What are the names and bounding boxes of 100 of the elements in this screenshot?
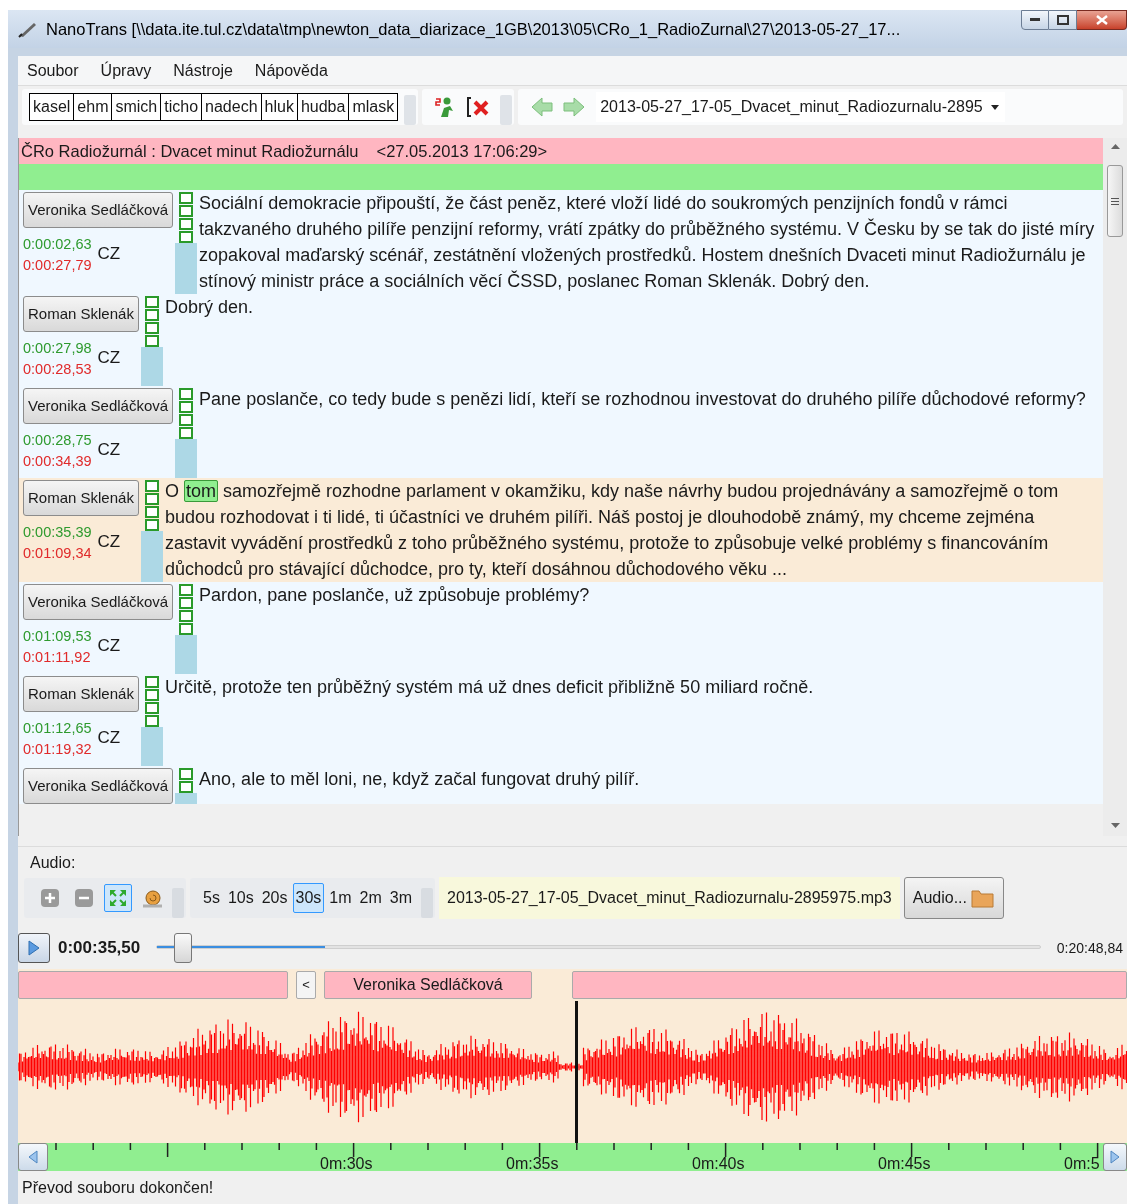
- zoom-step-button[interactable]: 1m: [326, 883, 355, 913]
- segment-text[interactable]: O tom samozřejmě rozhodne parlament v okamžiku, kdy naše návrhy budou projednávány a samozřejmě o tom budou rozhodovat i ti lidé, ti účastníci ve druhém pilíři. Náš postoj je dlouhodobě známý, my chceme zejména zastavit vyvádění prostředků z toho průběžného systému, protože to způsobuje velké problémy s financováním důchodců pro stávající důchodce, pro ty, kteří dosáhnou důchodového věku ...: [162, 478, 1103, 582]
- segment-text[interactable]: Sociální demokracie připouští, že část peněz, které vloží lidé do soukromých penzijních fondů v rámci takzvaného druhého pilíře penzijní reformy, vrátí zpátky do průběžného systému. V Česku by se tak do jisté míry zopakoval maďarský scénář, zestátnění vložených prostředků. Hostem dnešních Dvaceti minut Radiožurnálu je stínový ministr práce a sociálních věcí ČSSD, poslanec Roman Sklenák. Dobrý den.: [197, 190, 1103, 294]
- checkbox[interactable]: [144, 715, 159, 727]
- file-dropdown[interactable]: 2013-05-27_17-05_Dvacet_minut_Radiozurnalu-2895: [596, 92, 1005, 122]
- audio-tool-button[interactable]: [104, 884, 132, 912]
- speaker-button[interactable]: Roman Sklenák: [23, 676, 139, 712]
- checkbox[interactable]: [144, 309, 159, 321]
- tag-button[interactable]: ticho: [160, 93, 203, 121]
- checkbox[interactable]: [144, 335, 159, 347]
- begin-time: 0:00:28,75: [23, 431, 92, 450]
- checkbox[interactable]: [179, 414, 194, 426]
- play-button[interactable]: [18, 933, 50, 963]
- scroll-left-button[interactable]: [18, 1143, 48, 1171]
- segment-text[interactable]: Pardon, pane poslanče, už způsobuje problémy?: [197, 582, 1103, 674]
- end-time: 0:01:09,34: [23, 544, 92, 563]
- segment-strip: [140, 531, 163, 582]
- language-code: CZ: [97, 531, 121, 554]
- tag-button[interactable]: hudba: [296, 93, 350, 121]
- speaker-button[interactable]: Veronika Sedláčková: [23, 388, 174, 424]
- tag-button[interactable]: nadech: [201, 93, 262, 121]
- begin-time: 0:01:12,65: [23, 719, 92, 738]
- checkbox[interactable]: [179, 401, 194, 413]
- scroll-right-button[interactable]: [1103, 1143, 1127, 1171]
- tag-button[interactable]: smich: [111, 93, 162, 121]
- checkbox[interactable]: [179, 388, 194, 400]
- zoom-step-button[interactable]: 5s: [200, 883, 223, 913]
- position-slider[interactable]: [156, 933, 1041, 963]
- current-time: 0:00:35,50: [58, 937, 141, 960]
- close-button[interactable]: [1077, 10, 1127, 30]
- tag-button[interactable]: hluk: [260, 93, 298, 121]
- begin-time: 0:01:09,53: [23, 627, 92, 646]
- audio-file-field[interactable]: 2013-05-27_17-05_Dvacet_minut_Radiozurnalu-2895975.mp3: [439, 877, 900, 919]
- checkbox[interactable]: [179, 584, 194, 596]
- scroll-up-icon[interactable]: [1110, 144, 1120, 149]
- language-code: CZ: [97, 727, 121, 750]
- menu-item[interactable]: Nástroje: [173, 58, 233, 83]
- speaker-button[interactable]: Roman Sklenák: [23, 296, 139, 332]
- tag-button[interactable]: mlask: [348, 93, 399, 121]
- checkbox[interactable]: [144, 689, 159, 701]
- speaker-button[interactable]: Veronika Sedláčková: [23, 768, 174, 804]
- speaker-button[interactable]: Veronika Sedláčková: [23, 584, 174, 620]
- checkbox[interactable]: [179, 781, 194, 793]
- speaker-track-label[interactable]: Veronika Sedláčková: [324, 971, 532, 999]
- delete-bracket-icon[interactable]: [466, 96, 491, 118]
- close-icon: [1095, 15, 1108, 25]
- audio-label: Audio:: [30, 853, 77, 873]
- checkbox[interactable]: [179, 218, 194, 230]
- menu-item[interactable]: Soubor: [27, 58, 79, 83]
- scroll-down-icon[interactable]: [1110, 823, 1120, 828]
- minimize-button[interactable]: [1021, 10, 1049, 30]
- zoom-step-button[interactable]: 2m: [356, 883, 385, 913]
- speaker-button[interactable]: Roman Sklenák: [23, 480, 139, 516]
- zoom-step-button[interactable]: 20s: [258, 883, 291, 913]
- segment-text[interactable]: Určitě, protože ten průběžný systém má už dnes deficit přibližně 50 miliard ročně.: [162, 674, 1103, 766]
- checkbox[interactable]: [144, 480, 159, 492]
- checkbox[interactable]: [144, 493, 159, 505]
- audio-open-button[interactable]: Audio...: [903, 877, 1004, 919]
- checkbox[interactable]: [144, 519, 159, 531]
- checkbox[interactable]: [179, 192, 194, 204]
- previous-arrow-icon[interactable]: [530, 96, 555, 118]
- end-time: 0:00:28,53: [23, 360, 92, 379]
- checkbox[interactable]: [144, 506, 159, 518]
- checkbox[interactable]: [179, 768, 194, 780]
- segment-row[interactable]: Veronika Sedláčková Ano, ale to měl loni, ne, když začal fungovat druhý pilíř.: [19, 766, 1103, 804]
- segment-text[interactable]: Ano, ale to měl loni, ne, když začal fungovat druhý pilíř.: [197, 766, 1103, 804]
- maximize-button[interactable]: [1049, 10, 1077, 30]
- speaker-button[interactable]: Veronika Sedláčková: [23, 192, 174, 228]
- menu-item[interactable]: Úpravy: [100, 58, 152, 83]
- checkbox[interactable]: [179, 231, 194, 243]
- segment-text[interactable]: Pane poslanče, co tedy bude s penězi lidí, kteří se rozhodnou investovat do druhého pilíře důchodové reformy?: [197, 386, 1103, 478]
- tag-button[interactable]: kasel: [29, 93, 75, 121]
- checkbox[interactable]: [144, 322, 159, 334]
- menu-item[interactable]: Nápověda: [254, 58, 328, 83]
- zoom-step-button[interactable]: 3m: [386, 883, 415, 913]
- scroll-thumb[interactable]: [1107, 165, 1123, 237]
- slider-thumb[interactable]: [174, 933, 193, 963]
- checkbox[interactable]: [144, 702, 159, 714]
- time-label: 0m:30s: [320, 1154, 373, 1174]
- next-arrow-icon[interactable]: [562, 96, 587, 118]
- zoom-step-button[interactable]: 30s: [292, 883, 325, 913]
- segment-row[interactable]: [19, 190, 1103, 294]
- segment-strip: [175, 439, 198, 478]
- end-time: 0:00:27,79: [23, 256, 92, 275]
- zoom-step-button[interactable]: 10s: [224, 883, 257, 913]
- end-time: 0:01:19,32: [23, 740, 92, 759]
- total-time: 0:20:48,84: [1056, 938, 1123, 958]
- back-button[interactable]: <: [296, 971, 316, 999]
- checkbox[interactable]: [179, 610, 194, 622]
- checkbox[interactable]: [179, 623, 194, 635]
- scrollbar[interactable]: [1103, 138, 1127, 836]
- checkbox[interactable]: [179, 427, 194, 439]
- checkbox[interactable]: [179, 205, 194, 217]
- checkbox[interactable]: [179, 597, 194, 609]
- tag-button[interactable]: ehm: [73, 93, 113, 121]
- segment-text[interactable]: Dobrý den.: [162, 294, 1103, 386]
- checkbox[interactable]: [144, 676, 159, 688]
- maximize-icon: [1056, 15, 1069, 25]
- folder-icon: [971, 887, 995, 909]
- checkbox[interactable]: [144, 296, 159, 308]
